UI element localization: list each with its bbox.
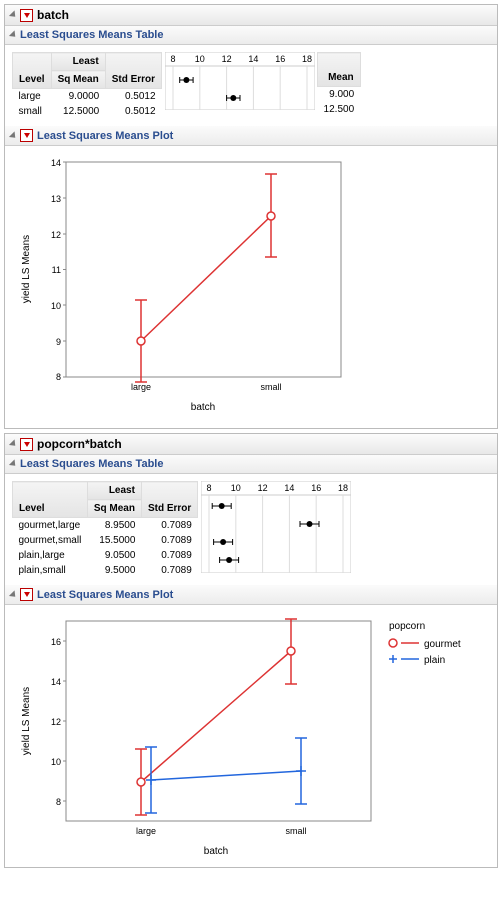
table-row: plain,small9.50000.7089 <box>13 563 198 578</box>
svg-text:batch: batch <box>191 402 215 413</box>
ls-plot-body: 16 14 12 10 8 large small batch yield LS… <box>5 605 497 867</box>
col-mean: Mean <box>318 53 361 87</box>
svg-text:18: 18 <box>302 54 312 64</box>
disclosure-icon[interactable] <box>9 10 18 19</box>
svg-text:12: 12 <box>222 54 232 64</box>
svg-text:16: 16 <box>275 54 285 64</box>
disclosure-icon[interactable] <box>9 590 18 599</box>
col-lsmean-b: Sq Mean <box>87 500 141 518</box>
legend-item: gourmet <box>424 639 461 650</box>
menu-toggle-icon[interactable] <box>20 438 33 451</box>
section-title: popcorn*batch <box>37 437 122 451</box>
col-level: Level <box>13 482 88 518</box>
svg-text:8: 8 <box>171 54 176 64</box>
legend-marker-plus-icon <box>389 655 397 663</box>
svg-text:12: 12 <box>51 717 61 727</box>
table-row: large 9.0000 0.5012 <box>13 89 162 105</box>
section-batch-header[interactable]: batch <box>5 5 497 26</box>
legend-item: plain <box>424 655 445 666</box>
ls-table-header[interactable]: Least Squares Means Table <box>5 26 497 45</box>
menu-toggle-icon[interactable] <box>20 588 33 601</box>
disclosure-icon[interactable] <box>9 439 18 448</box>
ls-plot-title: Least Squares Means Plot <box>37 130 173 142</box>
section-title: batch <box>37 8 69 22</box>
section-popcorn-batch: popcorn*batch Least Squares Means Table … <box>4 433 498 868</box>
table-row: gourmet,large8.95000.7089 <box>13 518 198 534</box>
disclosure-icon[interactable] <box>9 131 18 140</box>
legend-marker-circle-icon <box>389 639 397 647</box>
section-batch: batch Least Squares Means Table Level Le… <box>4 4 498 429</box>
table-row: small 12.5000 0.5012 <box>13 104 162 119</box>
svg-text:12: 12 <box>258 483 268 493</box>
svg-text:14: 14 <box>51 158 61 168</box>
table-row: plain,large9.05000.7089 <box>13 548 198 563</box>
svg-text:8: 8 <box>56 372 61 382</box>
ls-table-body: Level Least Std Error Sq Mean large 9.00… <box>5 45 497 126</box>
col-stderr: Std Error <box>105 53 161 89</box>
svg-text:14: 14 <box>51 677 61 687</box>
ls-plot-header[interactable]: Least Squares Means Plot <box>5 585 497 605</box>
svg-text:9: 9 <box>56 337 61 347</box>
col-lsmean-a: Least <box>51 53 105 71</box>
mean-column: Mean 9.000 12.500 <box>317 52 361 117</box>
ls-table-title: Least Squares Means Table <box>20 29 163 41</box>
svg-text:14: 14 <box>248 54 258 64</box>
svg-text:18: 18 <box>338 483 348 493</box>
svg-text:8: 8 <box>56 797 61 807</box>
col-level: Level <box>13 53 52 89</box>
legend-title: popcorn <box>389 621 425 632</box>
ls-plot-header[interactable]: Least Squares Means Plot <box>5 126 497 146</box>
svg-text:10: 10 <box>195 54 205 64</box>
svg-text:yield LS Means: yield LS Means <box>21 687 32 755</box>
svg-text:small: small <box>260 382 281 392</box>
ls-means-plot-interaction: 16 14 12 10 8 large small batch yield LS… <box>11 611 481 861</box>
ls-means-plot-batch: 14 13 12 11 10 9 8 large small <box>11 152 351 422</box>
col-stderr: Std Error <box>141 482 197 518</box>
svg-text:14: 14 <box>285 483 295 493</box>
section-header[interactable]: popcorn*batch <box>5 434 497 455</box>
menu-toggle-icon[interactable] <box>20 9 33 22</box>
table-row: gourmet,small15.50000.7089 <box>13 533 198 548</box>
svg-text:10: 10 <box>51 301 61 311</box>
svg-text:batch: batch <box>204 846 228 857</box>
mini-dot-plot: 8 10 12 14 16 18 <box>201 481 351 573</box>
svg-text:12: 12 <box>51 230 61 240</box>
ls-plot-body: 14 13 12 11 10 9 8 large small <box>5 146 497 428</box>
svg-text:16: 16 <box>311 483 321 493</box>
menu-toggle-icon[interactable] <box>20 129 33 142</box>
disclosure-icon[interactable] <box>9 459 18 468</box>
svg-text:8: 8 <box>207 483 212 493</box>
col-lsmean-a: Least <box>87 482 141 500</box>
ls-table-body: Level Least Std Error Sq Mean gourmet,la… <box>5 474 497 585</box>
svg-text:large: large <box>136 826 156 836</box>
mini-dot-plot: 8 10 12 14 16 18 <box>165 52 315 110</box>
svg-text:large: large <box>131 382 151 392</box>
ls-plot-title: Least Squares Means Plot <box>37 589 173 601</box>
svg-text:10: 10 <box>51 757 61 767</box>
svg-text:16: 16 <box>51 637 61 647</box>
svg-text:10: 10 <box>231 483 241 493</box>
svg-text:small: small <box>285 826 306 836</box>
ls-means-table: Level Least Std Error Sq Mean large 9.00… <box>12 52 162 119</box>
ls-table-header[interactable]: Least Squares Means Table <box>5 455 497 474</box>
svg-text:yield LS Means: yield LS Means <box>21 235 32 303</box>
ls-means-table: Level Least Std Error Sq Mean gourmet,la… <box>12 481 198 578</box>
disclosure-icon[interactable] <box>9 30 18 39</box>
svg-text:11: 11 <box>52 265 61 275</box>
col-lsmean-b: Sq Mean <box>51 71 105 89</box>
ls-table-title: Least Squares Means Table <box>20 458 163 470</box>
svg-text:13: 13 <box>51 194 61 204</box>
